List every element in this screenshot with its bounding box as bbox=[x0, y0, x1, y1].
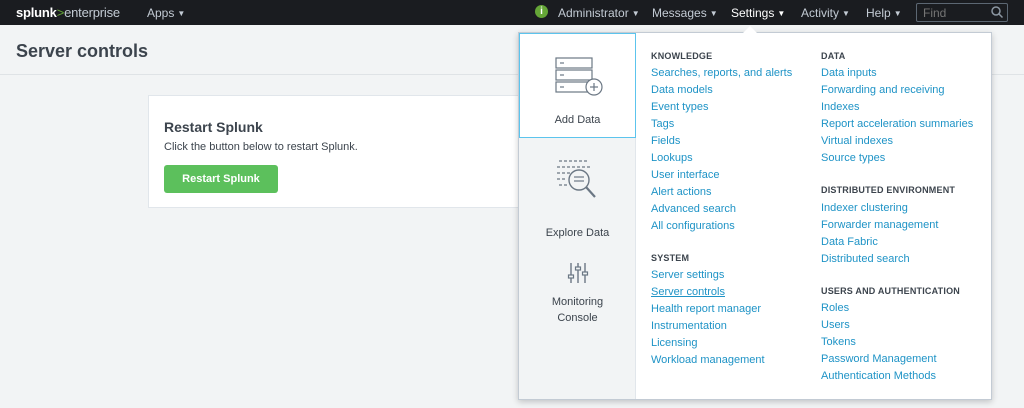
link-virtual-indexes[interactable]: Virtual indexes bbox=[821, 135, 893, 147]
link-fields[interactable]: Fields bbox=[651, 135, 680, 147]
caret-down-icon: ▼ bbox=[709, 9, 718, 18]
caret-down-icon: ▼ bbox=[842, 9, 850, 18]
restart-panel: Restart Splunk Click the button below to… bbox=[148, 95, 568, 208]
section-title-knowledge: KNOWLEDGE bbox=[651, 51, 713, 61]
explore-data-icon bbox=[557, 160, 596, 198]
link-distributed-search[interactable]: Distributed search bbox=[821, 253, 910, 265]
caret-down-icon: ▼ bbox=[893, 9, 902, 18]
link-roles[interactable]: Roles bbox=[821, 302, 849, 314]
link-users[interactable]: Users bbox=[821, 319, 850, 331]
link-source-types[interactable]: Source types bbox=[821, 152, 885, 164]
explore-data-label: Explore Data bbox=[545, 227, 610, 239]
link-event-types[interactable]: Event types bbox=[651, 101, 708, 113]
link-lookups[interactable]: Lookups bbox=[651, 152, 693, 164]
panel-title: Restart Splunk bbox=[164, 119, 263, 135]
activity-menu-label: Activity bbox=[801, 6, 840, 20]
splunk-logo[interactable]: splunk>enterprise bbox=[16, 5, 120, 20]
logo-product: enterprise bbox=[64, 5, 120, 20]
link-health-report-manager[interactable]: Health report manager bbox=[651, 303, 761, 315]
link-alert-actions[interactable]: Alert actions bbox=[651, 186, 712, 198]
link-forwarder-management[interactable]: Forwarder management bbox=[821, 219, 938, 231]
link-instrumentation[interactable]: Instrumentation bbox=[651, 320, 727, 332]
logo-separator: > bbox=[56, 5, 65, 20]
restart-splunk-button[interactable]: Restart Splunk bbox=[164, 165, 278, 193]
dropdown-sidebar: Add Data Explore Data Monitoring Console bbox=[519, 33, 636, 399]
settings-dropdown: Add Data Explore Data Monitoring Console… bbox=[518, 32, 992, 400]
link-advanced-search[interactable]: Advanced search bbox=[651, 203, 736, 215]
info-status-icon[interactable]: i bbox=[535, 5, 548, 18]
logo-brand: splunk bbox=[16, 5, 57, 20]
link-forwarding-receiving[interactable]: Forwarding and receiving bbox=[821, 84, 945, 96]
section-title-users-authentication: USERS AND AUTHENTICATION bbox=[821, 286, 960, 296]
help-menu[interactable]: Help ▼ bbox=[866, 6, 902, 20]
link-data-models[interactable]: Data models bbox=[651, 84, 713, 96]
caret-down-icon: ▼ bbox=[177, 9, 186, 18]
help-menu-label: Help bbox=[866, 6, 891, 20]
link-user-interface[interactable]: User interface bbox=[651, 169, 719, 181]
administrator-menu[interactable]: Administrator ▼ bbox=[558, 6, 640, 20]
activity-menu[interactable]: Activity ▼ bbox=[801, 6, 850, 20]
apps-menu-label: Apps bbox=[147, 6, 175, 20]
apps-menu[interactable]: Apps ▼ bbox=[147, 6, 185, 20]
link-tokens[interactable]: Tokens bbox=[821, 336, 856, 348]
section-title-system: SYSTEM bbox=[651, 253, 690, 263]
monitoring-console-label-line2: Console bbox=[557, 312, 598, 324]
link-indexer-clustering[interactable]: Indexer clustering bbox=[821, 202, 908, 214]
link-data-fabric[interactable]: Data Fabric bbox=[821, 236, 878, 248]
caret-down-icon: ▼ bbox=[777, 9, 786, 18]
link-tags[interactable]: Tags bbox=[651, 118, 674, 130]
top-bar: splunk>enterprise Apps ▼ i Administrator ▼… bbox=[0, 0, 1024, 25]
explore-data-card[interactable]: Explore Data bbox=[519, 139, 636, 249]
monitoring-console-label-line1: Monitoring bbox=[551, 296, 604, 308]
link-workload-management[interactable]: Workload management bbox=[651, 354, 765, 366]
panel-description: Click the button below to restart Splunk… bbox=[164, 141, 358, 153]
messages-menu[interactable]: Messages ▼ bbox=[652, 6, 718, 20]
section-title-data: DATA bbox=[821, 51, 846, 61]
add-data-card[interactable]: Add Data bbox=[519, 33, 636, 138]
monitoring-console-icon bbox=[567, 263, 589, 283]
link-server-controls[interactable]: Server controls bbox=[651, 286, 725, 298]
link-licensing[interactable]: Licensing bbox=[651, 337, 697, 349]
add-data-label: Add Data bbox=[554, 114, 601, 126]
section-title-distributed-environment: DISTRIBUTED ENVIRONMENT bbox=[821, 185, 956, 195]
messages-menu-label: Messages bbox=[652, 6, 707, 20]
link-report-acceleration-summaries[interactable]: Report acceleration summaries bbox=[821, 118, 973, 130]
link-server-settings[interactable]: Server settings bbox=[651, 269, 724, 281]
page-title: Server controls bbox=[16, 41, 149, 61]
link-searches-reports-alerts[interactable]: Searches, reports, and alerts bbox=[651, 67, 792, 79]
monitoring-console-card[interactable]: Monitoring Console bbox=[519, 251, 636, 361]
dropdown-pointer bbox=[743, 26, 757, 33]
settings-menu-label: Settings bbox=[731, 6, 775, 20]
link-all-configurations[interactable]: All configurations bbox=[651, 220, 735, 232]
link-authentication-methods[interactable]: Authentication Methods bbox=[821, 370, 936, 382]
administrator-menu-label: Administrator bbox=[558, 6, 629, 20]
search-icon[interactable] bbox=[990, 5, 1004, 19]
caret-down-icon: ▼ bbox=[631, 9, 640, 18]
settings-menu[interactable]: Settings ▼ bbox=[731, 6, 785, 20]
link-password-management[interactable]: Password Management bbox=[821, 353, 937, 365]
link-indexes[interactable]: Indexes bbox=[821, 101, 860, 113]
add-data-icon bbox=[555, 57, 603, 96]
link-data-inputs[interactable]: Data inputs bbox=[821, 67, 877, 79]
